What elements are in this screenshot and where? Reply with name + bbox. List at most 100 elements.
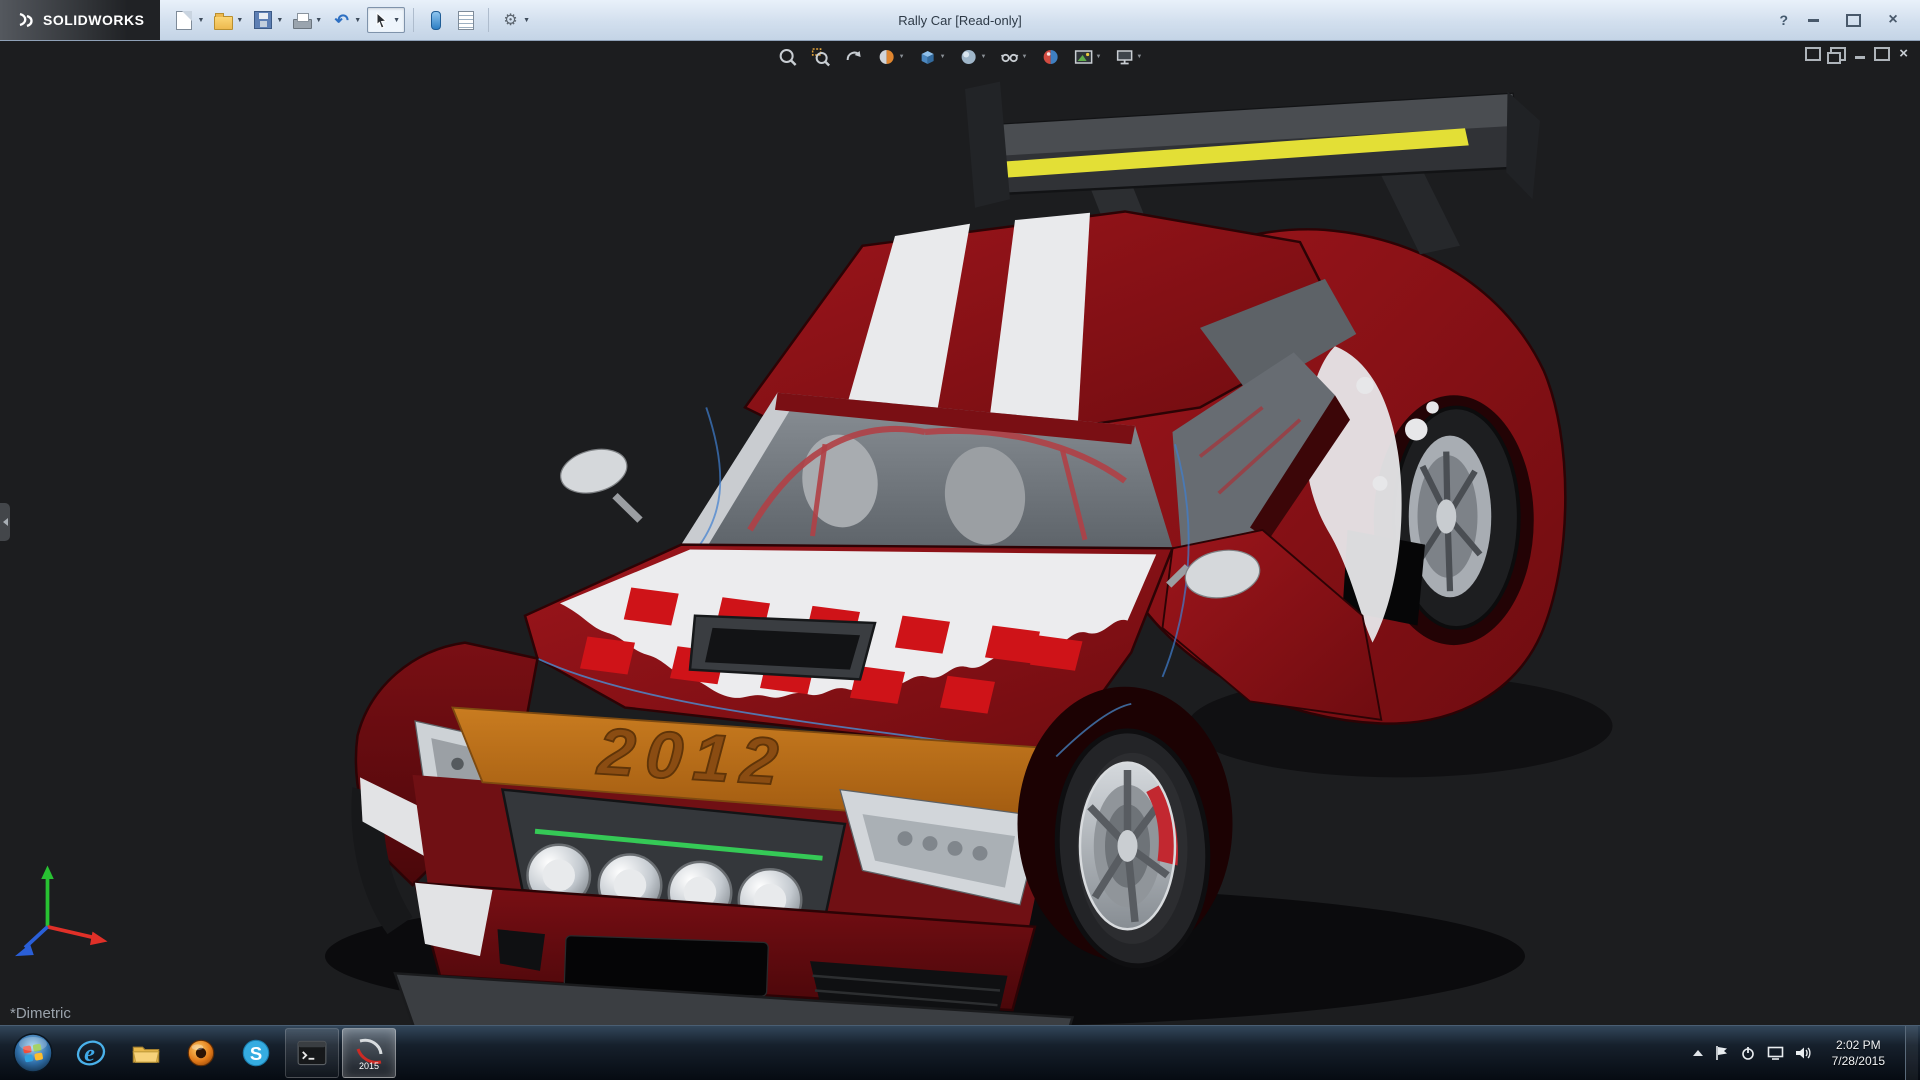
close-icon: × xyxy=(1888,12,1897,28)
dropdown-caret: ▼ xyxy=(1136,54,1142,60)
new-button[interactable]: ▼ xyxy=(170,7,208,34)
rebuild-icon xyxy=(431,11,441,30)
dropdown-caret: ▼ xyxy=(393,17,400,24)
new-window-icon[interactable] xyxy=(1805,47,1821,61)
svg-text:e: e xyxy=(84,1040,95,1067)
dropdown-caret: ▼ xyxy=(1022,54,1028,60)
taskbar-clock[interactable]: 2:02 PM 7/28/2015 xyxy=(1823,1037,1894,1069)
solidworks-year-label: 2015 xyxy=(359,1061,379,1070)
taskbar-item-media-player[interactable] xyxy=(175,1029,227,1077)
skype-icon: S xyxy=(241,1038,271,1068)
hood-scoop xyxy=(690,616,875,680)
solidworks-logo: SOLIDWORKS xyxy=(0,0,160,40)
select-cursor-icon xyxy=(372,11,390,29)
windows-taskbar: e S xyxy=(0,1025,1920,1080)
taskbar-item-skype[interactable]: S xyxy=(230,1029,282,1077)
taskbar-item-command-prompt[interactable] xyxy=(285,1028,339,1078)
options-button[interactable]: ⚙ ▼ xyxy=(497,8,534,33)
edit-appearance-button[interactable] xyxy=(1038,45,1062,69)
year-decal: 2012 xyxy=(594,715,790,800)
previous-view-icon xyxy=(844,47,864,67)
undo-button[interactable]: ↶ ▼ xyxy=(328,8,365,33)
taskbar-item-windows-explorer[interactable] xyxy=(120,1029,172,1077)
open-button[interactable]: ▼ xyxy=(210,8,247,33)
save-button[interactable]: ▼ xyxy=(249,7,287,33)
solidworks-window: SOLIDWORKS ▼ ▼ ▼ ▼ ↶ ▼ xyxy=(0,0,1920,1080)
title-bar: SOLIDWORKS ▼ ▼ ▼ ▼ ↶ ▼ xyxy=(0,0,1920,41)
dropdown-caret: ▼ xyxy=(940,54,946,60)
clock-date: 7/28/2015 xyxy=(1832,1053,1885,1069)
file-properties-icon xyxy=(458,11,474,30)
printer-icon xyxy=(293,19,312,29)
hidden-icons-chevron[interactable] xyxy=(1693,1050,1703,1056)
maximize-button[interactable] xyxy=(1838,9,1868,31)
dropdown-caret: ▼ xyxy=(1095,54,1101,60)
save-floppy-icon xyxy=(254,11,272,29)
heads-up-view-toolbar: ▼ ▼ ▼ xyxy=(776,45,1145,69)
toolbar-separator xyxy=(488,8,489,32)
scene-icon xyxy=(1073,47,1093,67)
dropdown-caret: ▼ xyxy=(276,17,283,24)
taskbar-item-internet-explorer[interactable]: e xyxy=(65,1029,117,1077)
apply-scene-button[interactable]: ▼ xyxy=(1071,45,1103,69)
volume-icon[interactable] xyxy=(1795,1045,1812,1061)
action-center-flag-icon[interactable] xyxy=(1714,1045,1729,1061)
cascade-windows-icon[interactable] xyxy=(1830,47,1846,61)
document-minimize-icon[interactable] xyxy=(1855,56,1865,59)
start-button[interactable] xyxy=(4,1029,62,1077)
dropdown-caret: ▼ xyxy=(981,54,987,60)
show-desktop-button[interactable] xyxy=(1905,1026,1918,1080)
view-orientation-label: *Dimetric xyxy=(10,1005,71,1022)
display-style-button[interactable]: ▼ xyxy=(957,45,989,69)
graphics-viewport[interactable]: 2012 xyxy=(0,40,1920,1026)
zoom-to-area-icon xyxy=(811,47,831,67)
orientation-triad xyxy=(15,866,108,957)
windows-start-orb-icon xyxy=(12,1032,54,1074)
solidworks-logo-icon xyxy=(16,10,36,30)
dropdown-caret: ▼ xyxy=(197,17,204,24)
window-controls: ? × xyxy=(1779,9,1920,31)
command-prompt-icon xyxy=(297,1038,327,1068)
hide-show-items-button[interactable]: ▼ xyxy=(998,45,1030,69)
section-view-icon xyxy=(877,47,897,67)
car-model[interactable]: 2012 xyxy=(351,82,1565,1026)
minimize-icon xyxy=(1808,19,1819,22)
section-view-button[interactable]: ▼ xyxy=(875,45,907,69)
3d-scene[interactable]: 2012 xyxy=(0,40,1920,1026)
rebuild-button[interactable] xyxy=(422,7,450,34)
svg-text:S: S xyxy=(250,1043,262,1064)
glasses-icon xyxy=(1000,47,1020,67)
document-restore-icon[interactable] xyxy=(1874,47,1890,61)
dropdown-caret: ▼ xyxy=(236,17,243,24)
print-button[interactable]: ▼ xyxy=(289,8,326,32)
panel-collapse-tab[interactable] xyxy=(0,503,10,541)
undo-arrow-icon: ↶ xyxy=(332,11,351,30)
select-button[interactable]: ▼ xyxy=(367,7,405,33)
dropdown-caret: ▼ xyxy=(523,17,530,24)
help-icon[interactable]: ? xyxy=(1779,12,1788,28)
new-document-icon xyxy=(176,11,192,30)
brand-label: SOLIDWORKS xyxy=(43,12,144,28)
close-button[interactable]: × xyxy=(1878,9,1908,31)
document-close-icon[interactable]: × xyxy=(1899,46,1908,61)
zoom-to-area-button[interactable] xyxy=(809,45,833,69)
power-icon[interactable] xyxy=(1740,1045,1756,1061)
dropdown-caret: ▼ xyxy=(315,17,322,24)
display-icon[interactable] xyxy=(1767,1045,1784,1061)
minimize-button[interactable] xyxy=(1798,9,1828,31)
zoom-to-fit-button[interactable] xyxy=(776,45,800,69)
zoom-to-fit-icon xyxy=(778,47,798,67)
file-properties-button[interactable] xyxy=(452,7,480,34)
taskbar-item-solidworks[interactable]: 2015 xyxy=(342,1028,396,1078)
display-style-icon xyxy=(959,47,979,67)
internet-explorer-icon: e xyxy=(76,1038,106,1068)
gear-icon: ⚙ xyxy=(501,11,520,30)
view-orientation-button[interactable]: ▼ xyxy=(916,45,948,69)
system-tray: 2:02 PM 7/28/2015 xyxy=(1693,1026,1920,1080)
open-folder-icon xyxy=(214,16,233,30)
main-toolbar: ▼ ▼ ▼ ▼ ↶ ▼ ▼ xyxy=(170,7,534,34)
media-player-icon xyxy=(186,1038,216,1068)
view-settings-button[interactable]: ▼ xyxy=(1112,45,1144,69)
previous-view-button[interactable] xyxy=(842,45,866,69)
monitor-icon xyxy=(1114,47,1134,67)
